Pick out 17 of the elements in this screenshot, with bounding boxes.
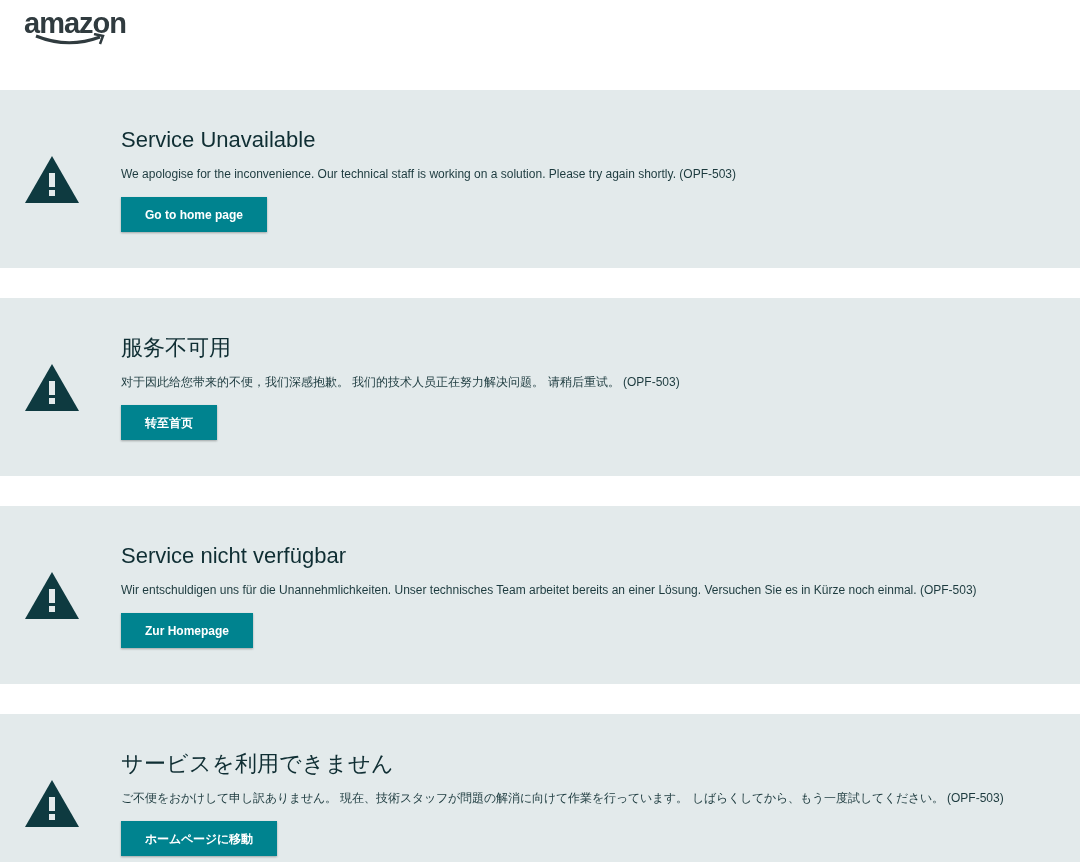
notice-message: We apologise for the inconvenience. Our technical staff is working on a solution. Please try again shortly. (OPF-503) [121, 166, 736, 182]
notice-title: 服务不可用 [121, 334, 232, 362]
notice-message: ご不便をおかけして申し訳ありません。 現在、技術スタッフが問題の解消に向けて作業を行っています。 しばらくしてから、もう一度試してください。 (OPF-503) [121, 790, 1004, 806]
warning-icon [25, 571, 79, 619]
home-page-button[interactable]: Go to home page [121, 197, 267, 232]
notice-title: サービスを利用できません [121, 750, 395, 778]
home-page-button[interactable]: Zur Homepage [121, 613, 253, 648]
notice-title: Service Unavailable [121, 126, 317, 154]
home-page-button[interactable]: ホームページに移動 [121, 821, 277, 856]
warning-icon [25, 363, 79, 411]
home-page-button[interactable]: 转至首页 [121, 405, 217, 440]
warning-icon [25, 155, 79, 203]
notice-title: Service nicht verfügbar [121, 542, 347, 570]
warning-icon [25, 779, 79, 827]
notice-message: 对于因此给您带来的不便，我们深感抱歉。 我们的技术人员正在努力解决问题。 请稍后重试。 (OPF-503) [121, 374, 680, 390]
notice-message: Wir entschuldigen uns für die Unannehmlichkeiten. Unser technisches Team arbeitet bereits an einer Lösung. Versuchen Sie es in Kürze noch einmal. (OPF-503) [121, 582, 977, 598]
logo[interactable]: amazon [24, 8, 136, 48]
